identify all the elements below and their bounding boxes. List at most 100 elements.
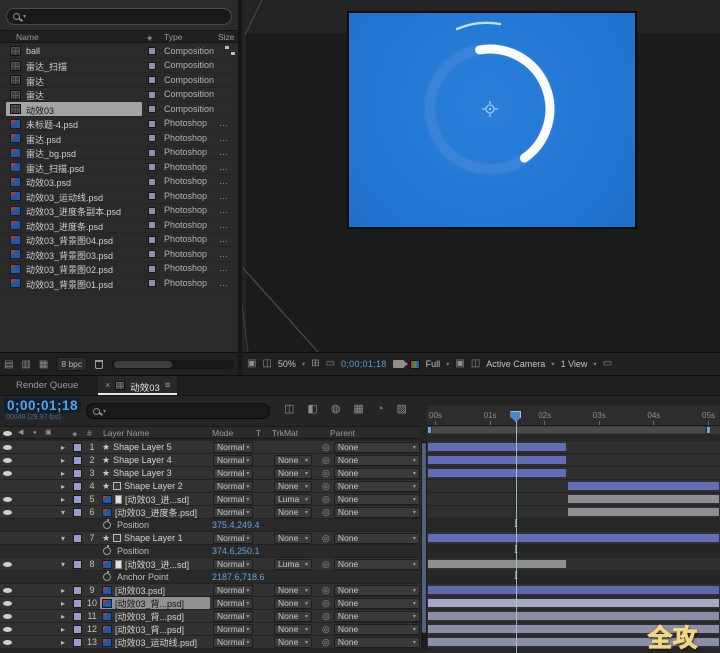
take-snapshot-camera-icon[interactable] [393,360,404,368]
project-item-row[interactable]: ballComposition [0,44,238,59]
layer-duration-bar[interactable] [567,507,720,517]
project-item-row[interactable]: 雷达_扫描.psdPhotoshop… [0,160,238,175]
parent-value[interactable]: None▾ [334,585,420,596]
parent-value[interactable]: None▾ [334,481,420,492]
solo-toggle[interactable] [28,558,41,570]
eye-toggle[interactable] [0,597,14,609]
trkmat-dropdown[interactable]: None▾ [270,636,316,648]
solo-toggle[interactable] [28,532,41,544]
work-area-end-handle[interactable] [706,426,711,434]
trkmat-value[interactable]: None▾ [274,624,312,635]
trkmat-value[interactable]: None▾ [274,598,312,609]
pickwhip-icon[interactable]: ◎ [322,585,330,596]
project-item-row[interactable]: 雷达_扫描Composition [0,59,238,74]
solo-toggle[interactable] [28,441,41,453]
new-composition-icon[interactable]: ▦ [39,359,48,370]
layer-row[interactable]: ▾8[动效03_进...sd]Normal▾Luma▾◎None▾ [0,558,421,571]
t-switch[interactable] [256,636,270,648]
column-mode[interactable]: Mode [212,428,233,438]
composition-canvas[interactable] [347,11,637,229]
mode-value[interactable]: Normal▾ [213,494,253,505]
work-area-bar[interactable] [427,426,720,434]
parent-value[interactable]: None▾ [334,559,420,570]
stopwatch-icon[interactable] [103,547,111,555]
lock-toggle[interactable] [41,610,56,622]
mode-dropdown[interactable]: Normal▾ [210,623,256,635]
label-color-chip[interactable] [148,265,156,273]
close-tab-icon[interactable]: × [105,380,110,390]
pickwhip-icon[interactable]: ◎ [322,559,330,570]
audio-toggle[interactable] [14,636,28,648]
column-size[interactable]: Size [218,32,235,42]
fast-previews-icon[interactable]: ▣ [455,359,464,369]
trkmat-dropdown[interactable]: None▾ [270,584,316,596]
column-parent[interactable]: Parent [330,428,355,438]
scrollbar-thumb[interactable] [422,443,426,633]
layer-row[interactable]: ▸2★Shape Layer 4Normal▾None▾◎None▾ [0,454,421,467]
expand-arrow-icon[interactable]: ▾ [56,506,70,518]
property-track-row[interactable]: I [427,545,720,558]
expand-arrow-icon[interactable]: ▸ [56,454,70,466]
eye-toggle[interactable] [0,493,14,505]
solo-toggle[interactable] [28,454,41,466]
audio-toggle[interactable] [14,480,28,492]
layer-name[interactable]: ★Shape Layer 5 [100,441,210,453]
project-item-row[interactable]: 动效03_背景图04.psdPhotoshop… [0,233,238,248]
trkmat-value[interactable]: None▾ [274,611,312,622]
expand-arrow-icon[interactable]: ▸ [56,441,70,453]
label-color-chip[interactable] [148,47,156,55]
parent-value[interactable]: None▾ [334,533,420,544]
pickwhip-icon[interactable]: ◎ [322,611,330,622]
t-switch[interactable] [256,493,270,505]
mode-value[interactable]: Normal▾ [213,559,253,570]
expand-arrow-icon[interactable]: ▸ [56,584,70,596]
viewer-timecode[interactable]: 0;00;01;18 [341,359,387,369]
pickwhip-icon[interactable]: ◎ [322,455,330,466]
project-item-row[interactable]: 动效03_进度条.psdPhotoshop… [0,218,238,233]
label-color-chip[interactable] [148,221,156,229]
trkmat-value[interactable]: None▾ [274,507,312,518]
composition-mini-flowchart-icon[interactable]: ◫ [284,404,294,415]
t-switch[interactable] [256,558,270,570]
mode-dropdown[interactable]: Normal▾ [210,506,256,518]
layer-track-row[interactable] [427,493,720,506]
layer-label-chip[interactable] [70,441,84,453]
column-trkmat[interactable]: TrkMat [272,428,298,438]
layer-row[interactable]: ▾6[动效03_进度条.psd]Normal▾None▾◎None▾ [0,506,421,519]
eye-toggle[interactable] [0,636,14,648]
camera-caret-icon[interactable]: ▾ [551,360,554,368]
t-switch[interactable] [256,441,270,453]
eye-toggle[interactable] [0,454,14,466]
layer-name[interactable]: ★Shape Layer 4 [100,454,210,466]
view-layout-caret-icon[interactable]: ▾ [593,360,596,368]
stopwatch-icon[interactable] [103,573,111,581]
trkmat-dropdown[interactable]: None▾ [270,532,316,544]
layer-duration-bar[interactable] [427,468,567,478]
mode-value[interactable]: Normal▾ [213,481,253,492]
trkmat-dropdown[interactable] [270,441,316,453]
layer-row[interactable]: ▸5[动效03_进...sd]Normal▾Luma▾◎None▾ [0,493,421,506]
expand-arrow-icon[interactable]: ▸ [56,480,70,492]
label-color-chip[interactable] [148,149,156,157]
tab-render-queue[interactable]: Render Queue [16,380,78,391]
layer-name[interactable]: [动效03_背...psd] [100,610,210,622]
time-ruler[interactable]: 00s01s02s03s04s05s [427,406,720,426]
layer-track-row[interactable] [427,454,720,467]
label-color-chip[interactable] [148,192,156,200]
project-bit-depth[interactable]: 8 bpc [56,357,87,371]
pickwhip-icon[interactable]: ◎ [322,442,330,453]
project-item-row[interactable]: 动效03Composition [0,102,238,117]
property-row[interactable]: Anchor Point2187.6,718.6 [0,571,421,584]
trash-icon[interactable] [95,360,103,369]
lock-toggle[interactable] [41,454,56,466]
trkmat-value[interactable]: None▾ [274,585,312,596]
expand-arrow-icon[interactable]: ▾ [56,532,70,544]
new-folder-icon[interactable]: ▥ [21,359,30,370]
layer-name[interactable]: ★Shape Layer 1 [100,532,210,544]
t-switch[interactable] [256,597,270,609]
layer-name[interactable]: ★Shape Layer 2 [100,480,210,492]
stopwatch-icon[interactable] [103,521,111,529]
layer-row[interactable]: ▸10[动效03_背...psd]Normal▾None▾◎None▾ [0,597,421,610]
mode-value[interactable]: Normal▾ [213,442,253,453]
audio-toggle[interactable] [14,610,28,622]
